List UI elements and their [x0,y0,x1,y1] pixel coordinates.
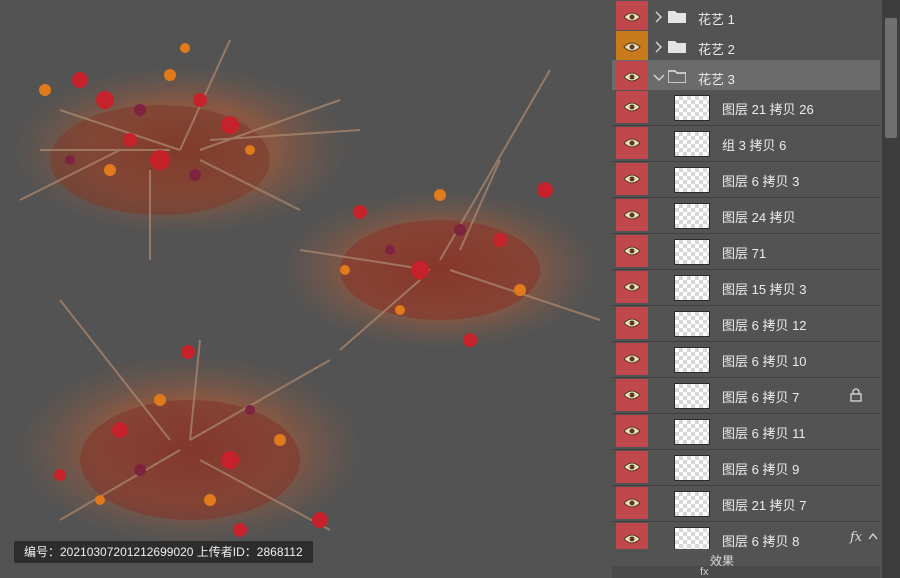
visibility-eye-icon[interactable] [616,307,648,339]
canvas-area[interactable]: 编号：20210307201212699020 上传者ID：2868112 [0,0,612,578]
visibility-eye-icon[interactable] [616,91,648,123]
layer-thumbnail [674,167,710,193]
layers-scrollbar[interactable] [882,0,900,578]
visibility-eye-icon[interactable] [616,451,648,483]
visibility-eye-icon[interactable] [616,127,648,159]
visibility-eye-icon[interactable] [616,487,648,519]
floral-artwork [10,39,601,545]
layer-row[interactable]: 图层 21 拷贝 26 [612,90,880,126]
layer-row[interactable]: 图层 6 拷贝 10 [612,342,880,378]
layer-row[interactable]: 图层 6 拷贝 7 [612,378,880,414]
layer-label: 图层 6 拷贝 10 [722,354,807,369]
layer-row[interactable]: 图层 21 拷贝 7 [612,486,880,522]
layer-thumbnail [674,455,710,481]
chevron-right-icon[interactable] [653,39,665,55]
visibility-eye-icon[interactable] [616,343,648,375]
layer-row[interactable]: 图层 71 [612,234,880,270]
lock-icon[interactable] [850,388,862,402]
layer-row[interactable]: 图层 6 拷贝 9 [612,450,880,486]
layer-label: 图层 21 拷贝 7 [722,498,807,513]
watermark-id-bar: 编号：20210307201212699020 上传者ID：2868112 [14,541,313,563]
visibility-eye-icon[interactable] [616,415,648,447]
layer-row[interactable]: 组 3 拷贝 6 [612,126,880,162]
layer-row[interactable]: 图层 24 拷贝 [612,198,880,234]
layers-panel: 花艺 1 花艺 2 花艺 3 图层 21 拷贝 26 组 3 拷贝 6 图层 6… [612,0,900,578]
visibility-eye-icon[interactable] [616,61,648,93]
layer-thumbnail [674,491,710,517]
layer-thumbnail [674,239,710,265]
visibility-eye-icon[interactable] [616,235,648,267]
layer-effects-icon[interactable]: fx [850,530,862,545]
layer-label: 图层 6 拷贝 12 [722,318,807,333]
visibility-eye-icon[interactable] [616,271,648,303]
visibility-eye-icon[interactable] [616,31,648,63]
layer-label: 图层 6 拷贝 7 [722,390,800,405]
layer-label: 图层 24 拷贝 [722,210,796,225]
layer-label: 图层 15 拷贝 3 [722,282,807,297]
layer-thumbnail [674,311,710,337]
folder-icon [668,11,686,23]
layer-thumbnail [674,131,710,157]
visibility-eye-icon[interactable] [616,199,648,231]
visibility-eye-icon[interactable] [616,163,648,195]
chevron-right-icon[interactable] [653,9,665,25]
group-label: 花艺 3 [698,72,735,87]
layer-thumbnail [674,275,710,301]
visibility-eye-icon[interactable] [616,379,648,411]
chevron-up-icon[interactable] [868,532,878,540]
layer-thumbnail [674,383,710,409]
layer-thumbnail [674,347,710,373]
group-label: 花艺 1 [698,12,735,27]
layer-label: 图层 71 [722,246,767,261]
scrollbar-thumb[interactable] [885,18,897,138]
folder-open-icon [668,70,686,83]
panel-bottom-toolbar: fx [612,566,880,578]
folder-icon [668,41,686,53]
layer-thumbnail [674,95,710,121]
layer-label: 图层 6 拷贝 9 [722,462,800,477]
layer-label: 图层 21 拷贝 26 [722,102,814,117]
layer-row[interactable]: 图层 6 拷贝 11 [612,414,880,450]
layer-thumbnail [674,419,710,445]
layer-label: 图层 6 拷贝 8 [722,534,800,549]
layer-row[interactable]: 图层 15 拷贝 3 [612,270,880,306]
group-label: 花艺 2 [698,42,735,57]
layer-label: 组 3 拷贝 6 [722,138,787,153]
bouquet-bottom-left [15,299,365,545]
chevron-down-icon[interactable] [653,69,665,85]
layer-row[interactable]: 图层 6 拷贝 3 [612,162,880,198]
layer-label: 图层 6 拷贝 11 [722,426,806,441]
layer-label: 图层 6 拷贝 3 [722,174,800,189]
layer-thumbnail [674,203,710,229]
visibility-eye-icon[interactable] [616,1,648,33]
add-layer-style-button[interactable]: fx [700,566,709,578]
layer-row[interactable]: 图层 6 拷贝 12 [612,306,880,342]
